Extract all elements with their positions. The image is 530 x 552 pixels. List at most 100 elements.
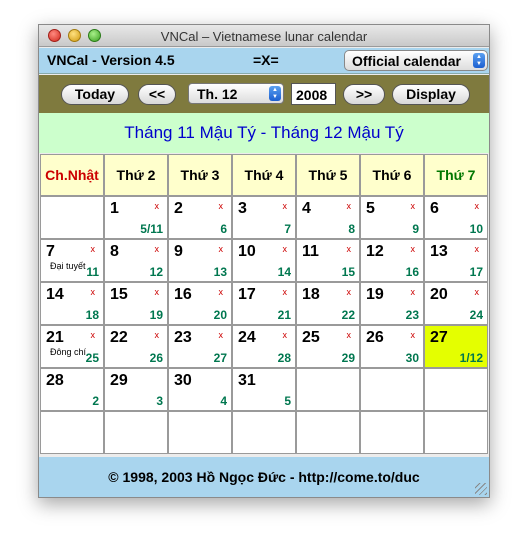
day-cell[interactable]: 8 x 12 bbox=[104, 239, 168, 282]
solar-date: 25 bbox=[302, 329, 320, 346]
lunar-date: 24 bbox=[469, 308, 483, 322]
title-bar[interactable]: VNCal – Vietnamese lunar calendar bbox=[39, 25, 489, 47]
empty-day-cell bbox=[296, 411, 360, 454]
solar-date: 4 bbox=[302, 200, 311, 217]
day-cell[interactable]: 30 4 bbox=[168, 368, 232, 411]
empty-day-cell bbox=[296, 368, 360, 411]
empty-day-cell bbox=[40, 411, 104, 454]
day-cell[interactable]: 10 x 14 bbox=[232, 239, 296, 282]
day-cell[interactable]: 31 5 bbox=[232, 368, 296, 411]
lunar-date: 11 bbox=[86, 265, 99, 279]
solar-date: 12 bbox=[366, 243, 384, 260]
day-mark: x bbox=[474, 201, 480, 211]
day-mark: x bbox=[154, 287, 160, 297]
weekday-header-sunday: Ch.Nhật bbox=[40, 154, 104, 196]
solar-date: 13 bbox=[430, 243, 448, 260]
navigation-toolbar: Today << Th. 12 ▲ ▼ 2008 >> Display bbox=[39, 75, 489, 113]
month-select[interactable]: Th. 12 ▲ ▼ bbox=[188, 83, 284, 104]
next-month-button[interactable]: >> bbox=[343, 84, 385, 105]
day-mark: x bbox=[282, 201, 288, 211]
lunar-date: 10 bbox=[469, 222, 483, 236]
solar-date: 23 bbox=[174, 329, 192, 346]
lunar-date: 29 bbox=[341, 351, 355, 365]
solar-date: 18 bbox=[302, 286, 320, 303]
version-label: VNCal - Version 4.5 bbox=[47, 52, 175, 68]
empty-day-cell bbox=[168, 411, 232, 454]
day-cell[interactable]: 5 x 9 bbox=[360, 196, 424, 239]
weekday-header-friday: Thứ 6 bbox=[360, 154, 424, 196]
lunar-date: 4 bbox=[220, 394, 227, 408]
display-button[interactable]: Display bbox=[392, 84, 470, 105]
lunar-date: 2 bbox=[92, 394, 99, 408]
today-button[interactable]: Today bbox=[61, 84, 129, 105]
day-mark: x bbox=[346, 287, 352, 297]
day-cell[interactable]: 21 x Đông chí 25 bbox=[40, 325, 104, 368]
weekday-header-tuesday: Thứ 3 bbox=[168, 154, 232, 196]
day-cell[interactable]: 15 x 19 bbox=[104, 282, 168, 325]
solar-date: 27 bbox=[430, 329, 448, 346]
day-cell[interactable]: 22 x 26 bbox=[104, 325, 168, 368]
solar-date: 30 bbox=[174, 372, 192, 389]
day-cell[interactable]: 19 x 23 bbox=[360, 282, 424, 325]
day-cell[interactable]: 4 x 8 bbox=[296, 196, 360, 239]
lunar-date: 23 bbox=[405, 308, 419, 322]
lunar-date: 7 bbox=[284, 222, 291, 236]
lunar-date: 21 bbox=[277, 308, 291, 322]
day-mark: x bbox=[282, 330, 288, 340]
calendar-grid: Ch.Nhật Thứ 2 Thứ 3 Thứ 4 Thứ 5 Thứ 6 Th… bbox=[40, 154, 488, 454]
empty-day-cell bbox=[232, 411, 296, 454]
day-cell[interactable]: 3 x 7 bbox=[232, 196, 296, 239]
resize-grip-icon[interactable] bbox=[475, 483, 487, 495]
lunar-date: 18 bbox=[85, 308, 99, 322]
copyright-footer: © 1998, 2003 Hồ Ngọc Đức - http://come.t… bbox=[39, 457, 489, 497]
day-cell[interactable]: 6 x 10 bbox=[424, 196, 488, 239]
day-cell[interactable]: 16 x 20 bbox=[168, 282, 232, 325]
day-mark: x bbox=[410, 244, 416, 254]
solar-date: 28 bbox=[46, 372, 64, 389]
day-mark: x bbox=[218, 287, 224, 297]
day-cell[interactable]: 2 x 6 bbox=[168, 196, 232, 239]
day-cell[interactable]: 24 x 28 bbox=[232, 325, 296, 368]
empty-day-cell bbox=[360, 411, 424, 454]
day-cell[interactable]: 17 x 21 bbox=[232, 282, 296, 325]
empty-day-cell bbox=[40, 196, 104, 239]
day-mark: x bbox=[346, 244, 352, 254]
day-cell[interactable]: 1 x 5/11 bbox=[104, 196, 168, 239]
solar-date: 9 bbox=[174, 243, 183, 260]
day-cell[interactable]: 11 x 15 bbox=[296, 239, 360, 282]
lunar-date: 25 bbox=[85, 351, 99, 365]
lunar-date: 1/12 bbox=[459, 351, 483, 365]
lunar-date: 6 bbox=[220, 222, 227, 236]
solar-date: 10 bbox=[238, 243, 256, 260]
lunar-date: 17 bbox=[469, 265, 483, 279]
solar-date: 24 bbox=[238, 329, 256, 346]
day-mark: x bbox=[410, 287, 416, 297]
day-mark: x bbox=[154, 244, 160, 254]
lunar-date: 12 bbox=[149, 265, 163, 279]
day-cell[interactable]: 13 x 17 bbox=[424, 239, 488, 282]
day-cell[interactable]: 9 x 13 bbox=[168, 239, 232, 282]
day-cell[interactable]: 23 x 27 bbox=[168, 325, 232, 368]
day-cell[interactable]: 28 2 bbox=[40, 368, 104, 411]
day-cell[interactable]: 26 x 30 bbox=[360, 325, 424, 368]
calendar-type-select[interactable]: Official calendar ▲ ▼ bbox=[344, 50, 488, 71]
lunar-date: 30 bbox=[405, 351, 419, 365]
weekday-header-monday: Thứ 2 bbox=[104, 154, 168, 196]
year-input[interactable]: 2008 bbox=[291, 83, 336, 105]
day-cell[interactable]: 12 x 16 bbox=[360, 239, 424, 282]
day-cell[interactable]: 7 x Đại tuyết 11 bbox=[40, 239, 104, 282]
center-mark: =X= bbox=[253, 52, 279, 68]
solar-date: 19 bbox=[366, 286, 384, 303]
lunar-date: 9 bbox=[412, 222, 419, 236]
solar-date: 17 bbox=[238, 286, 256, 303]
lunar-month-heading: Tháng 11 Mậu Tý - Tháng 12 Mậu Tý bbox=[39, 113, 489, 153]
solar-date: 2 bbox=[174, 200, 183, 217]
day-cell[interactable]: 25 x 29 bbox=[296, 325, 360, 368]
day-cell[interactable]: 29 3 bbox=[104, 368, 168, 411]
previous-month-button[interactable]: << bbox=[138, 84, 176, 105]
app-header: VNCal - Version 4.5 =X= Official calenda… bbox=[39, 48, 489, 74]
day-cell[interactable]: 14 x 18 bbox=[40, 282, 104, 325]
day-cell[interactable]: 18 x 22 bbox=[296, 282, 360, 325]
day-cell[interactable]: 27 1/12 bbox=[424, 325, 488, 368]
day-cell[interactable]: 20 x 24 bbox=[424, 282, 488, 325]
